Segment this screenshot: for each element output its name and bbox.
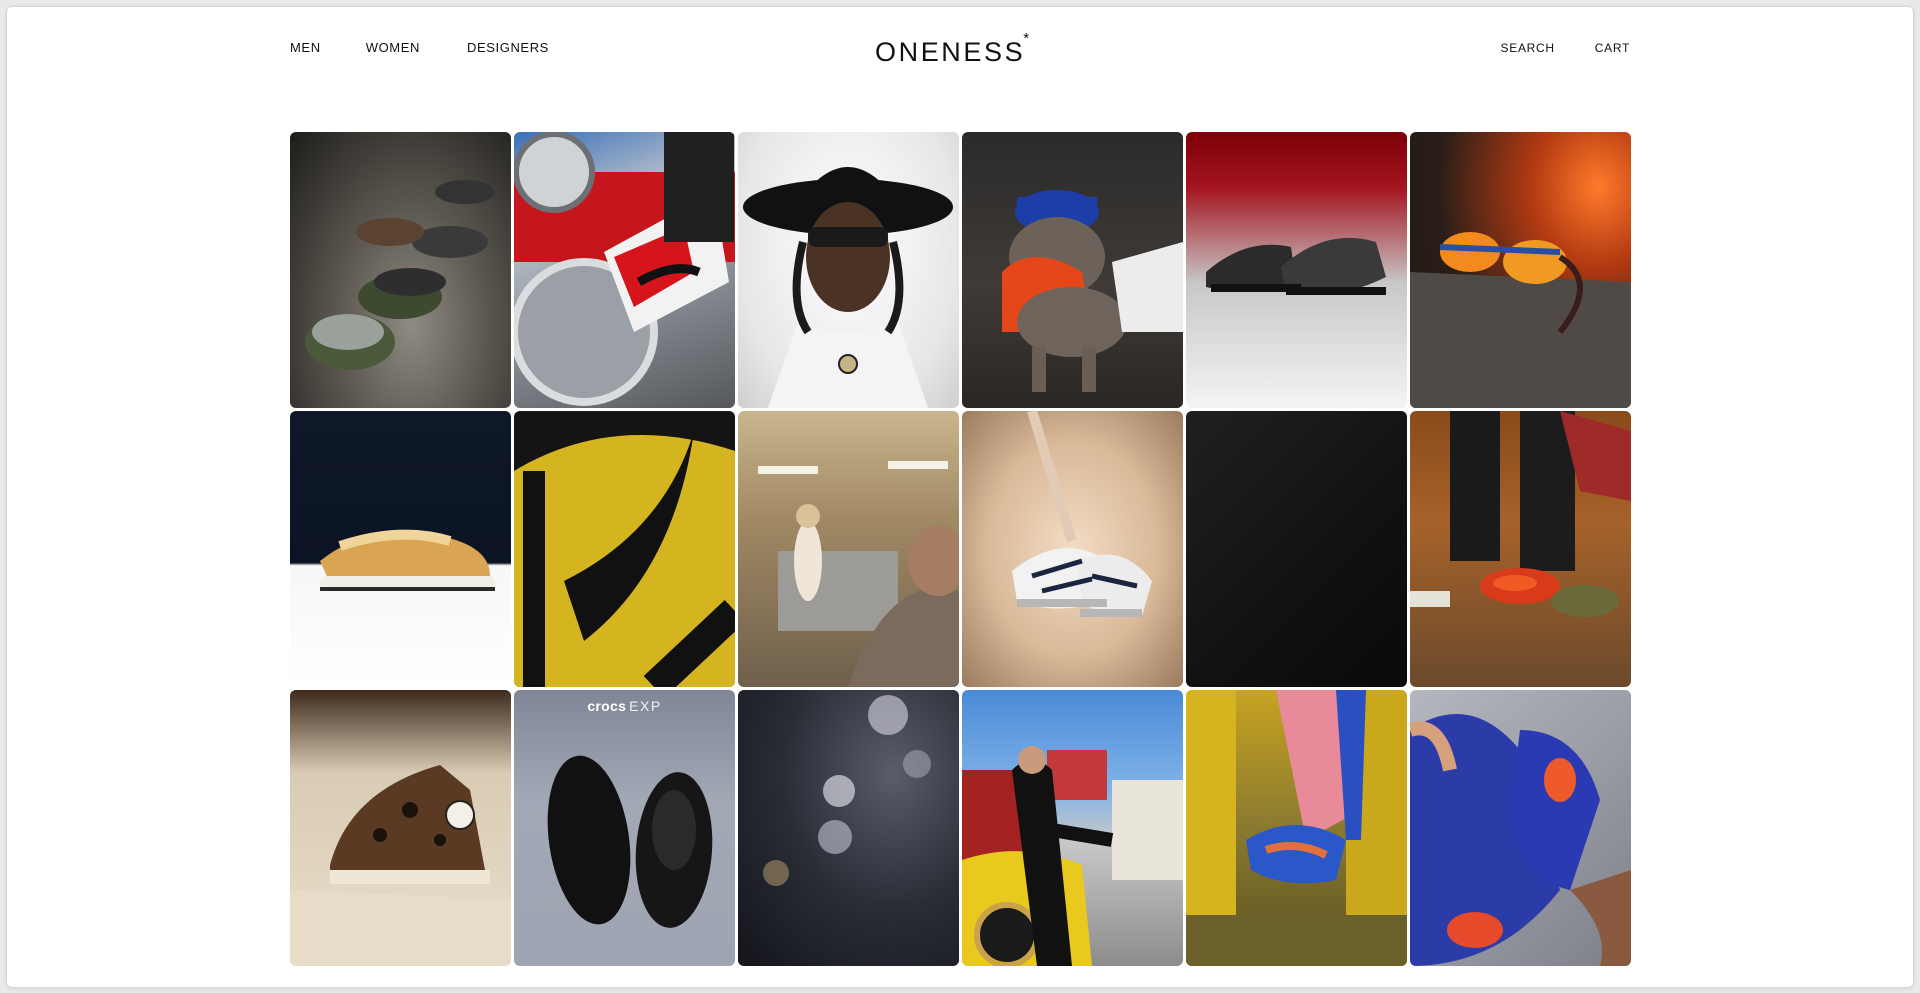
exp-text: EXP — [629, 698, 662, 714]
grid-tile-bokeh[interactable] — [738, 690, 959, 966]
yellow-sneaker-illustration — [514, 431, 735, 687]
fur-sneaker-illustration — [1012, 411, 1152, 617]
utility-nav: SEARCH CART — [1461, 40, 1630, 56]
cart-link[interactable]: CART — [1595, 40, 1630, 56]
grid-tile-yellow-black-sneaker[interactable] — [514, 411, 735, 687]
bokeh-light — [823, 775, 855, 807]
grid-tile-sneakers-group[interactable] — [290, 132, 511, 408]
grid-tile-black-panel[interactable] — [1186, 411, 1407, 687]
sneakers-group-illustration — [305, 180, 495, 370]
nav-men-link[interactable]: MEN — [290, 40, 321, 56]
crocs-shoes-illustration — [547, 755, 713, 928]
nav-women-link[interactable]: WOMEN — [366, 40, 420, 56]
primary-nav: MEN WOMEN DESIGNERS — [290, 40, 594, 56]
crocs-logo-text: crocs — [587, 698, 627, 714]
air-max-illustration — [1410, 714, 1631, 966]
bulldog-illustration — [1002, 190, 1183, 392]
grid-tile-man-yellow-car[interactable] — [962, 690, 1183, 966]
sunglasses-illustration — [1410, 232, 1631, 408]
tan-sneaker-illustration — [320, 529, 495, 591]
grid-tile-sneakers-leaves[interactable] — [1410, 411, 1631, 687]
crocs-exp-label: crocs EXP — [514, 698, 735, 714]
bus-step-illustration — [1186, 690, 1407, 966]
grid-tile-bulldog-la-cap[interactable] — [962, 132, 1183, 408]
editorial-image-grid: crocs EXP — [290, 132, 1631, 966]
grid-tile-kitchen-scene[interactable] — [738, 411, 959, 687]
leopard-sneaker-illustration — [290, 765, 511, 966]
browser-window: MEN WOMEN DESIGNERS ONENESS* SEARCH CART — [6, 6, 1914, 988]
grid-tile-sneakers-on-fur[interactable] — [962, 411, 1183, 687]
logo-text: ONENESS — [875, 37, 1026, 67]
site-logo[interactable]: ONENESS* — [875, 30, 1030, 68]
black-sneakers-illustration — [1206, 237, 1386, 295]
leaves-sneaker-illustration — [1410, 411, 1631, 617]
search-link[interactable]: SEARCH — [1501, 40, 1555, 56]
grid-tile-red-sneaker-car[interactable] — [514, 132, 735, 408]
yellow-car-illustration — [962, 746, 1183, 966]
site-header: MEN WOMEN DESIGNERS ONENESS* SEARCH CART — [7, 7, 1913, 97]
grid-tile-tan-sneaker[interactable] — [290, 411, 511, 687]
grid-tile-leopard-hightop[interactable] — [290, 690, 511, 966]
grid-tile-blue-airmax[interactable] — [1410, 690, 1631, 966]
cowboy-portrait-illustration — [743, 167, 953, 408]
red-sneaker-car-illustration — [514, 132, 735, 406]
bokeh-light — [868, 695, 908, 735]
bokeh-light — [903, 750, 931, 778]
grid-tile-sunglasses-fire[interactable] — [1410, 132, 1631, 408]
kitchen-illustration — [758, 461, 959, 687]
bokeh-light — [818, 820, 852, 854]
grid-tile-black-sneakers-red[interactable] — [1186, 132, 1407, 408]
nav-designers-link[interactable]: DESIGNERS — [467, 40, 549, 56]
grid-tile-cowboy-portrait[interactable] — [738, 132, 959, 408]
grid-tile-yellow-bus-step[interactable] — [1186, 690, 1407, 966]
grid-tile-crocs-exp[interactable]: crocs EXP — [514, 690, 735, 966]
logo-asterisk: * — [1023, 30, 1030, 47]
bokeh-light — [763, 860, 789, 886]
